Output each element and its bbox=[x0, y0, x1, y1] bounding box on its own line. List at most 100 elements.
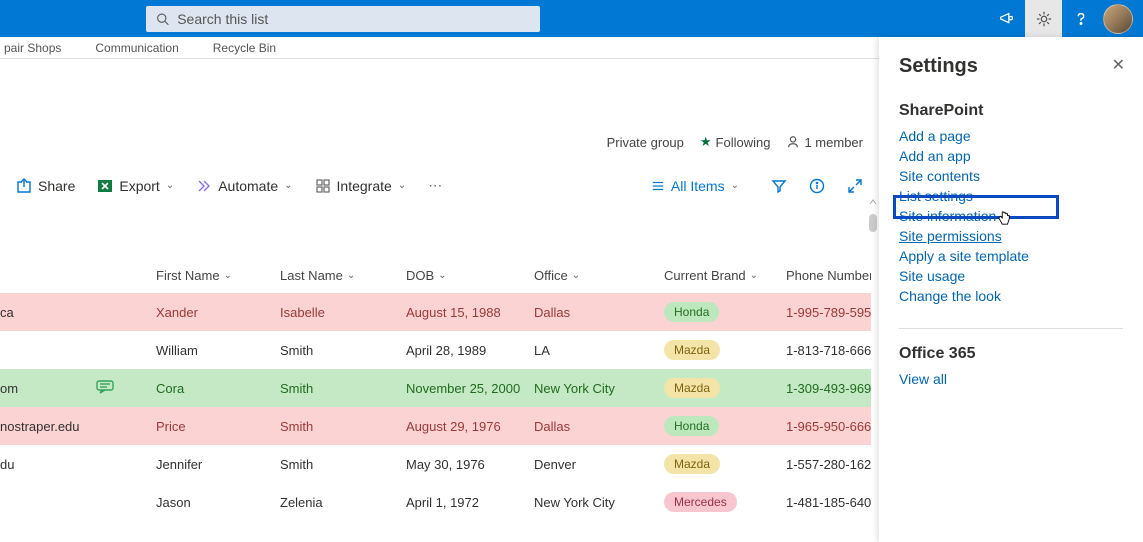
cell-first-name: William bbox=[156, 343, 280, 358]
automate-button[interactable]: Automate⌄ bbox=[190, 174, 298, 198]
cell-last-name: Smith bbox=[280, 457, 406, 472]
table-row[interactable]: WilliamSmithApril 28, 1989LAMazda1-813-7… bbox=[0, 331, 871, 369]
panel-link[interactable]: Change the look bbox=[899, 286, 1123, 306]
cell-chat bbox=[96, 380, 156, 397]
col-first-name[interactable]: First Name⌄ bbox=[156, 268, 280, 283]
cell-email: om bbox=[0, 381, 96, 396]
table-row[interactable]: duJenniferSmithMay 30, 1976DenverMazda1-… bbox=[0, 445, 871, 483]
chat-icon bbox=[96, 382, 114, 397]
cell-last-name: Isabelle bbox=[280, 305, 406, 320]
col-brand[interactable]: Current Brand⌄ bbox=[664, 268, 786, 283]
panel-link[interactable]: Site information bbox=[899, 206, 1123, 226]
cell-last-name: Smith bbox=[280, 343, 406, 358]
crumb-item[interactable]: Communication bbox=[95, 41, 178, 55]
scroll-thumb[interactable] bbox=[869, 214, 877, 232]
panel-link[interactable]: Site contents bbox=[899, 166, 1123, 186]
settings-panel: ✕ Settings SharePoint Add a pageAdd an a… bbox=[879, 37, 1143, 542]
chevron-down-icon: ⌄ bbox=[284, 180, 292, 191]
chevron-down-icon: ⌄ bbox=[166, 180, 174, 191]
help-icon[interactable] bbox=[1062, 0, 1099, 37]
table-row[interactable]: JasonZeleniaApril 1, 1972New York CityMe… bbox=[0, 483, 871, 521]
cell-first-name: Xander bbox=[156, 305, 280, 320]
person-icon bbox=[786, 135, 800, 149]
user-avatar[interactable] bbox=[1103, 4, 1133, 34]
cell-last-name: Smith bbox=[280, 381, 406, 396]
chevron-down-icon: ⌄ bbox=[398, 180, 406, 191]
grid-icon bbox=[315, 178, 331, 194]
brand-pill: Mercedes bbox=[664, 492, 737, 512]
cell-phone: 1-309-493-9697 bbox=[786, 381, 871, 396]
cell-first-name: Cora bbox=[156, 381, 280, 396]
cell-email: nostraper.edu bbox=[0, 419, 96, 434]
cell-office: Dallas bbox=[534, 419, 664, 434]
cell-dob: November 25, 2000 bbox=[406, 381, 534, 396]
cell-phone: 1-557-280-1625 bbox=[786, 457, 871, 472]
cell-office: New York City bbox=[534, 495, 664, 510]
cell-phone: 1-481-185-6401 bbox=[786, 495, 871, 510]
brand-pill: Honda bbox=[664, 416, 719, 436]
filter-icon[interactable] bbox=[765, 172, 793, 200]
member-count[interactable]: 1 member bbox=[786, 135, 863, 150]
cell-email: du bbox=[0, 457, 96, 472]
search-box[interactable] bbox=[146, 6, 540, 32]
cell-first-name: Price bbox=[156, 419, 280, 434]
col-office[interactable]: Office⌄ bbox=[534, 268, 664, 283]
panel-section-office365: Office 365 bbox=[899, 345, 1123, 363]
cell-brand: Honda bbox=[664, 416, 786, 436]
col-last-name[interactable]: Last Name⌄ bbox=[280, 268, 406, 283]
export-button[interactable]: Export⌄ bbox=[91, 174, 180, 198]
table-row[interactable]: om CoraSmithNovember 25, 2000New York Cit… bbox=[0, 369, 871, 407]
cell-office: Denver bbox=[534, 457, 664, 472]
search-icon bbox=[156, 12, 169, 26]
chevron-down-icon: ⌄ bbox=[731, 180, 739, 191]
cell-brand: Mercedes bbox=[664, 492, 786, 512]
col-dob[interactable]: DOB⌄ bbox=[406, 268, 534, 283]
col-phone[interactable]: Phone Number⌄ bbox=[786, 268, 871, 283]
site-info: Private group ★ Following 1 member bbox=[607, 134, 863, 150]
cell-phone: 1-813-718-6669 bbox=[786, 343, 871, 358]
cell-first-name: Jennifer bbox=[156, 457, 280, 472]
more-button[interactable]: ⋯ bbox=[422, 173, 448, 198]
info-icon[interactable] bbox=[803, 172, 831, 200]
megaphone-icon[interactable] bbox=[988, 0, 1025, 37]
panel-link[interactable]: Site usage bbox=[899, 266, 1123, 286]
expand-icon[interactable] bbox=[841, 172, 869, 200]
app-topbar bbox=[0, 0, 1143, 37]
cell-email: ca bbox=[0, 305, 96, 320]
panel-link[interactable]: Add a page bbox=[899, 126, 1123, 146]
panel-link[interactable]: Site permissions bbox=[899, 226, 1123, 246]
panel-link[interactable]: List settings bbox=[899, 186, 1123, 206]
main-content: Private group ★ Following 1 member Share… bbox=[0, 59, 879, 542]
search-input[interactable] bbox=[177, 11, 530, 27]
cell-office: LA bbox=[534, 343, 664, 358]
panel-section-sharepoint: SharePoint bbox=[899, 102, 1123, 120]
cell-brand: Mazda bbox=[664, 340, 786, 360]
panel-link[interactable]: View all bbox=[899, 369, 1123, 389]
integrate-button[interactable]: Integrate⌄ bbox=[309, 174, 413, 198]
settings-gear-icon[interactable] bbox=[1025, 0, 1062, 37]
flow-icon bbox=[196, 178, 212, 194]
cell-dob: August 29, 1976 bbox=[406, 419, 534, 434]
scrollbar[interactable] bbox=[869, 198, 877, 308]
cell-brand: Mazda bbox=[664, 378, 786, 398]
cell-dob: April 28, 1989 bbox=[406, 343, 534, 358]
cell-first-name: Jason bbox=[156, 495, 280, 510]
table-row[interactable]: caXanderIsabelleAugust 15, 1988DallasHon… bbox=[0, 293, 871, 331]
crumb-item[interactable]: Recycle Bin bbox=[213, 41, 276, 55]
view-selector[interactable]: All Items⌄ bbox=[645, 174, 745, 198]
brand-pill: Honda bbox=[664, 302, 719, 322]
cell-brand: Honda bbox=[664, 302, 786, 322]
table-row[interactable]: nostraper.edu PriceSmithAugust 29, 1976Da… bbox=[0, 407, 871, 445]
panel-link[interactable]: Apply a site template bbox=[899, 246, 1123, 266]
cell-brand: Mazda bbox=[664, 454, 786, 474]
panel-link[interactable]: Add an app bbox=[899, 146, 1123, 166]
cell-office: Dallas bbox=[534, 305, 664, 320]
close-icon[interactable]: ✕ bbox=[1112, 55, 1125, 75]
crumb-item[interactable]: pair Shops bbox=[4, 41, 61, 55]
share-button[interactable]: Share bbox=[10, 174, 81, 198]
cell-last-name: Smith bbox=[280, 419, 406, 434]
follow-toggle[interactable]: ★ Following bbox=[700, 134, 771, 150]
cell-phone: 1-995-789-5956 bbox=[786, 305, 871, 320]
cell-office: New York City bbox=[534, 381, 664, 396]
list-icon bbox=[651, 179, 665, 193]
